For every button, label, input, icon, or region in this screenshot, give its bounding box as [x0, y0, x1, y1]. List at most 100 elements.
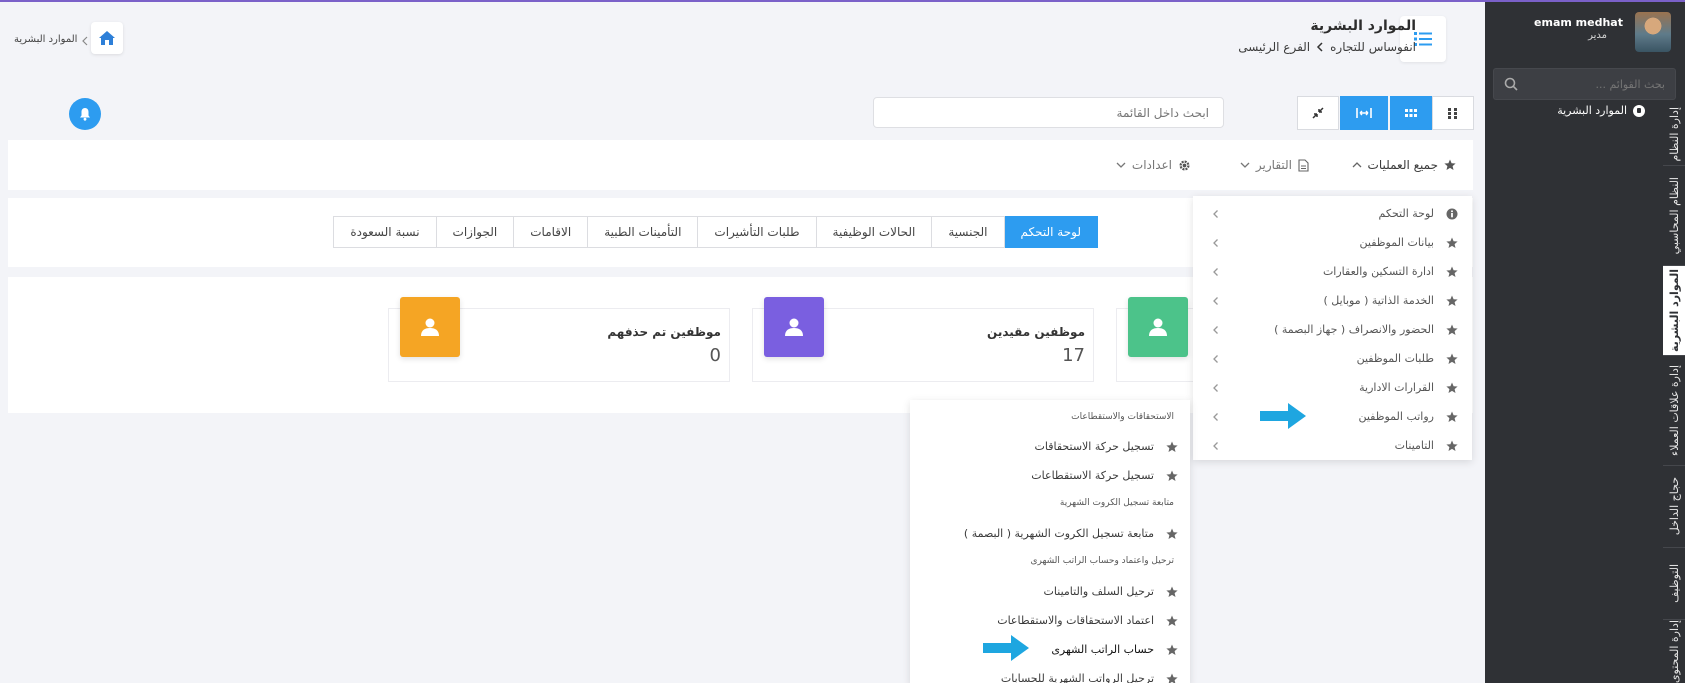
document-icon: [1298, 158, 1309, 172]
view-grid-button[interactable]: [1390, 96, 1432, 130]
vtab-content[interactable]: إدارة المحتوى: [1663, 620, 1685, 683]
stat-card-icon-green: [1128, 297, 1188, 357]
info-icon: [1446, 208, 1458, 219]
vtab-recruitment[interactable]: التوظيف: [1663, 548, 1685, 620]
breadcrumb-company[interactable]: انفوساس للتجاره: [1330, 40, 1416, 54]
star-icon: [1166, 441, 1178, 452]
sidebar-item-label: الموارد البشرية: [1557, 104, 1627, 117]
menu-item-housing[interactable]: ادارة التسكين والعقارات: [1193, 257, 1472, 286]
tab-saudization[interactable]: نسبة السعودة: [333, 216, 437, 248]
menu-item-admin-decisions[interactable]: القرارات الادارية: [1193, 373, 1472, 402]
salaries-submenu: الاستحقاقات والاستقطاعات تسجيل حركة الاس…: [910, 400, 1190, 683]
menu-item-employee-requests[interactable]: طلبات الموظفين: [1193, 344, 1472, 373]
home-button[interactable]: [91, 22, 123, 54]
menu-item-employee-data[interactable]: بيانات الموظفين: [1193, 228, 1472, 257]
menu-item-attendance[interactable]: الحضور والانصراف ( جهاز البصمة ): [1193, 315, 1472, 344]
submenu-item[interactable]: تسجيل حركة الاستحقاقات: [910, 433, 1190, 462]
breadcrumb-branch[interactable]: الفرع الرئيسى: [1238, 40, 1310, 54]
user-icon: [1149, 318, 1167, 336]
star-icon: [1446, 324, 1458, 335]
vtab-hr[interactable]: الموارد البشرية: [1663, 266, 1685, 356]
list-search: [873, 97, 1224, 128]
user-icon: [785, 318, 803, 336]
star-icon: [1446, 353, 1458, 364]
breadcrumb: انفوساس للتجاره الفرع الرئيسى: [1238, 40, 1416, 54]
sidebar-item-hr[interactable]: الموارد البشرية: [1557, 104, 1645, 117]
menu-item-salaries[interactable]: رواتب الموظفين: [1193, 402, 1472, 431]
expand-horizontal-icon: [1356, 108, 1372, 118]
vtab-domestic-hajj[interactable]: حجاج الداخل: [1663, 466, 1685, 548]
info-icon: [1633, 104, 1645, 117]
star-icon: [1166, 470, 1178, 481]
top-breadcrumb: الموارد البشرية: [14, 34, 88, 46]
chevron-left-icon: [1213, 296, 1218, 305]
settings-menu[interactable]: اعدادات: [1116, 158, 1191, 172]
star-icon: [1166, 644, 1178, 655]
tab-residencies[interactable]: الاقامات: [513, 216, 589, 248]
tab-visa-requests[interactable]: طلبات التأشيرات: [697, 216, 817, 248]
dashboard-tabs: لوحة التحكم الجنسية الحالات الوظيفية طلب…: [333, 216, 1098, 248]
module-tabs: إدارة النظام النظام المحاسبي الموارد الب…: [1663, 104, 1685, 683]
submenu-item[interactable]: ترحيل الرواتب الشهرية للحسابات: [910, 665, 1190, 683]
star-icon: [1166, 615, 1178, 626]
stat-value: 17: [1062, 345, 1085, 366]
tab-dashboard[interactable]: لوحة التحكم: [1003, 216, 1098, 248]
submenu-item[interactable]: اعتماد الاستحقاقات والاستقطاعات: [910, 607, 1190, 636]
chevron-left-icon: [1213, 412, 1218, 421]
submenu-item[interactable]: متابعة تسجيل الكروت الشهرية ( البصمة ): [910, 520, 1190, 549]
stat-value: 0: [709, 345, 721, 366]
sidebar-search-input[interactable]: [1525, 69, 1675, 99]
tab-job-statuses[interactable]: الحالات الوظيفية: [815, 216, 933, 248]
submenu-item[interactable]: تسجيل حركة الاستقطاعات: [910, 462, 1190, 491]
vtab-crm[interactable]: إدارة علاقات العملاء: [1663, 356, 1685, 466]
menu-item-dashboard[interactable]: لوحة التحكم: [1193, 199, 1472, 228]
stat-card-icon-orange: [400, 297, 460, 357]
star-icon: [1446, 411, 1458, 422]
submenu-heading: الاستحقاقات والاستقطاعات: [1071, 412, 1174, 422]
sidebar-search: [1493, 68, 1676, 100]
vtab-system-admin[interactable]: إدارة النظام: [1663, 104, 1685, 166]
chevron-left-icon: [1213, 383, 1218, 392]
tab-medical-insurance[interactable]: التأمينات الطبية: [587, 216, 699, 248]
submenu-heading: متابعة تسجيل الكروت الشهرية: [1059, 498, 1174, 508]
compress-icon: [1312, 107, 1324, 119]
chevron-left-icon: [1317, 42, 1323, 52]
star-icon: [1444, 159, 1456, 170]
grid-icon: [1405, 109, 1417, 117]
chevron-left-icon: [1213, 354, 1218, 363]
star-icon: [1166, 528, 1178, 539]
chevron-left-icon: [1213, 209, 1218, 218]
settings-label: اعدادات: [1131, 158, 1172, 172]
stat-title: موظفين مقيدين: [987, 325, 1085, 339]
stat-card-icon-purple: [764, 297, 824, 357]
star-icon: [1446, 295, 1458, 306]
menu-item-self-service[interactable]: الخدمة الذاتية ( موبايل ): [1193, 286, 1472, 315]
all-operations-menu[interactable]: جميع العمليات: [1352, 158, 1456, 172]
tab-passports[interactable]: الجوازات: [435, 216, 515, 248]
operations-dropdown: لوحة التحكم بيانات الموظفين ادارة التسكي…: [1193, 196, 1472, 460]
chevron-down-icon: [1116, 162, 1126, 168]
chevron-up-icon: [1352, 162, 1362, 168]
star-icon: [1446, 382, 1458, 393]
star-icon: [1446, 266, 1458, 277]
collapse-button[interactable]: [1297, 96, 1339, 130]
chevron-left-icon: [1213, 325, 1218, 334]
chevron-left-icon: [1213, 441, 1218, 450]
vtab-accounting[interactable]: النظام المحاسبي: [1663, 166, 1685, 266]
submenu-item-monthly-salary[interactable]: حساب الراتب الشهرى: [910, 636, 1190, 665]
top-breadcrumb-label[interactable]: الموارد البشرية: [14, 34, 77, 46]
view-grid-small-button[interactable]: [1432, 96, 1474, 130]
user-avatar[interactable]: [1635, 12, 1671, 52]
list-search-input[interactable]: [874, 98, 1223, 127]
tab-nationality[interactable]: الجنسية: [931, 216, 1005, 248]
list-icon: [1414, 32, 1432, 46]
search-icon[interactable]: [1503, 76, 1519, 92]
stat-title: موظفين تم حذفهم: [607, 325, 721, 339]
submenu-item[interactable]: ترحيل السلف والتامينات: [910, 578, 1190, 607]
expand-width-button[interactable]: [1340, 96, 1388, 130]
reports-menu[interactable]: التقارير: [1240, 158, 1309, 172]
menu-item-insurance[interactable]: التامينات: [1193, 431, 1472, 460]
arrow-right-icon: [983, 635, 1029, 661]
star-icon: [1166, 586, 1178, 597]
notifications-button[interactable]: [69, 98, 101, 130]
